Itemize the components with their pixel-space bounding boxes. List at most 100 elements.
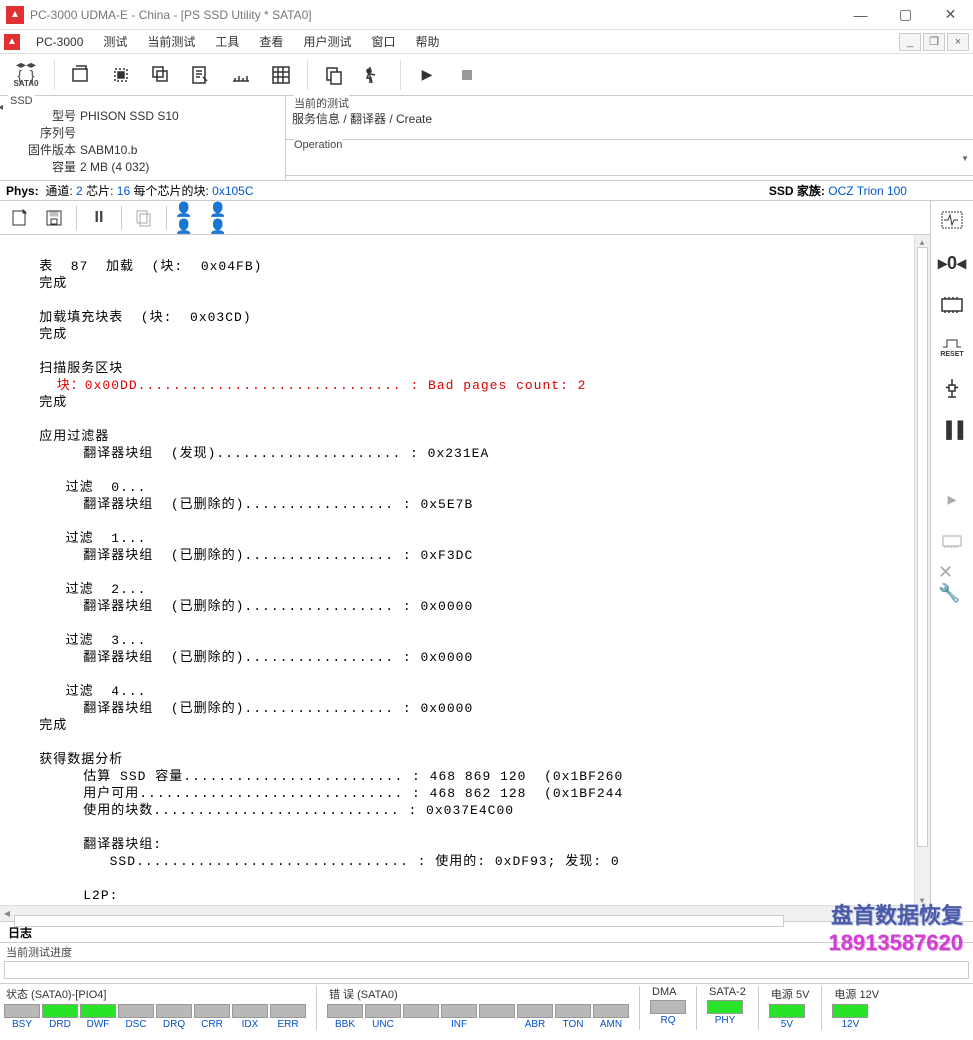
menu-user-test[interactable]: 用户测试 (293, 30, 361, 53)
status-box (769, 1004, 805, 1018)
status-box (42, 1004, 78, 1018)
status-box (403, 1004, 439, 1018)
log-line: 使用的块数............................ : 0x03… (4, 802, 926, 819)
log-line (4, 411, 926, 428)
close-button[interactable]: ✕ (928, 0, 973, 30)
capacitor-icon[interactable] (938, 375, 966, 403)
status-label: UNC (365, 1019, 401, 1030)
status-group-sata2: SATA-2 PHY (707, 986, 748, 1030)
sata-device-button[interactable]: ◂▸◂▸ { } SATA0 (6, 57, 46, 93)
status-box (118, 1004, 154, 1018)
log-line (4, 241, 926, 258)
scroll-up-icon[interactable]: ▲ (915, 235, 930, 247)
ssd-info-panel: ◂ SSD 型号PHISON SSD S10 序列号 固件版本SABM10.b … (0, 96, 286, 180)
vertical-scrollbar[interactable]: ▲ ▼ (914, 235, 930, 905)
report-button[interactable] (183, 57, 219, 93)
scale-button[interactable] (223, 57, 259, 93)
chip-tool-icon[interactable] (938, 291, 966, 319)
find-next-button[interactable]: 👤👤 (209, 204, 237, 232)
new-button[interactable] (6, 204, 34, 232)
status-label: DSC (118, 1019, 154, 1030)
status-group-5v: 电源 5V 5V (769, 986, 812, 1030)
status-box (441, 1004, 477, 1018)
mdi-restore-button[interactable]: ❐ (923, 33, 945, 51)
status-box (479, 1004, 515, 1018)
save-button[interactable] (40, 204, 68, 232)
phys-info-bar: Phys: 通道: 2 芯片: 16 每个芯片的块: 0x105C SSD 家族… (0, 181, 973, 201)
mdi-minimize-button[interactable]: _ (899, 33, 921, 51)
menu-app[interactable]: PC-3000 (26, 30, 93, 53)
scroll-thumb[interactable] (917, 247, 928, 847)
status-box (80, 1004, 116, 1018)
log-line (4, 734, 926, 751)
collapse-icon[interactable]: ◂ (0, 102, 3, 113)
log-line: 过滤 3... (4, 632, 926, 649)
log-line: 表 87 加载 (块: 0x04FB) (4, 258, 926, 275)
menu-test[interactable]: 测试 (93, 30, 137, 53)
copy-button[interactable] (316, 57, 352, 93)
menu-current-test[interactable]: 当前测试 (137, 30, 205, 53)
log-line: 翻译器块组 (已删除的)................. : 0x5E7B (4, 496, 926, 513)
status-label: AMN (593, 1019, 629, 1030)
horizontal-scrollbar[interactable]: ◀ ▶ (0, 905, 930, 921)
menu-help[interactable]: 帮助 (405, 30, 449, 53)
status-box (593, 1004, 629, 1018)
log-line: 翻译器块组 (已删除的)................. : 0x0000 (4, 649, 926, 666)
log-line (4, 513, 926, 530)
log-line: 翻译器块组 (已删除的)................. : 0x0000 (4, 700, 926, 717)
log-line: 加载填充块表 (块: 0x03CD) (4, 309, 926, 326)
menu-bar: ▲ PC-3000 测试 当前测试 工具 查看 用户测试 窗口 帮助 _ ❐ × (0, 30, 973, 54)
scroll-left-icon[interactable]: ◀ (0, 909, 14, 918)
status-box (270, 1004, 306, 1018)
status-label: INF (441, 1019, 477, 1030)
log-line: L2P: (4, 887, 926, 904)
reset-button[interactable]: RESET (938, 333, 966, 361)
operation-value (292, 142, 967, 154)
status-group-12v: 电源 12V 12V (832, 986, 881, 1030)
exit-button[interactable] (356, 57, 392, 93)
log-line: 过滤 1... (4, 530, 926, 547)
scroll-down-icon[interactable]: ▼ (915, 893, 930, 905)
dropdown-icon[interactable]: ▼ (961, 154, 969, 163)
log-line: 扫描服务区块 (4, 360, 926, 377)
log-line: 估算 SSD 容量......................... : 468… (4, 768, 926, 785)
folder-button[interactable] (63, 57, 99, 93)
grid-button[interactable] (263, 57, 299, 93)
run-button[interactable]: ▶ (409, 57, 445, 93)
oscilloscope-icon[interactable] (938, 207, 966, 235)
hscroll-thumb[interactable] (14, 915, 784, 927)
status-label (479, 1019, 515, 1030)
stop-button[interactable] (449, 57, 485, 93)
menu-tools[interactable]: 工具 (205, 30, 249, 53)
layers-button[interactable] (143, 57, 179, 93)
ssd-panel-label: SSD (8, 95, 35, 107)
status-label: BBK (327, 1019, 363, 1030)
status-label: ABR (517, 1019, 553, 1030)
pause-button[interactable]: II (85, 204, 113, 232)
status-box (832, 1004, 868, 1018)
minimize-button[interactable]: — (838, 0, 883, 30)
status-label: 5V (769, 1019, 805, 1030)
status-label: TON (555, 1019, 591, 1030)
current-test-value: 服务信息 / 翻译器 / Create (292, 98, 967, 127)
maximize-button[interactable]: ▢ (883, 0, 928, 30)
menu-window[interactable]: 窗口 (361, 30, 405, 53)
current-test-panel: 当前的测试 服务信息 / 翻译器 / Create (286, 96, 973, 140)
status-group-dma: DMA RQ (650, 986, 686, 1030)
log-line (4, 870, 926, 887)
operation-panel[interactable]: Operation ▼ (286, 140, 973, 176)
copy-log-button[interactable] (130, 204, 158, 232)
chip-button[interactable] (103, 57, 139, 93)
menu-view[interactable]: 查看 (249, 30, 293, 53)
log-line (4, 819, 926, 836)
status-box (650, 1000, 686, 1014)
serial-label: 序列号 (6, 125, 80, 142)
scroll-right-icon[interactable]: ▶ (916, 909, 930, 918)
mdi-close-button[interactable]: × (947, 33, 969, 51)
zero-icon[interactable]: ▸0◂ (938, 249, 966, 277)
status-box (232, 1004, 268, 1018)
status-box (517, 1004, 553, 1018)
find-button[interactable]: 👤👤 (175, 204, 203, 232)
log-output[interactable]: 表 87 加载 (块: 0x04FB) 完成 加载填充块表 (块: 0x03CD… (0, 235, 930, 905)
pause-tool-button[interactable]: ▐▐ (938, 417, 966, 445)
